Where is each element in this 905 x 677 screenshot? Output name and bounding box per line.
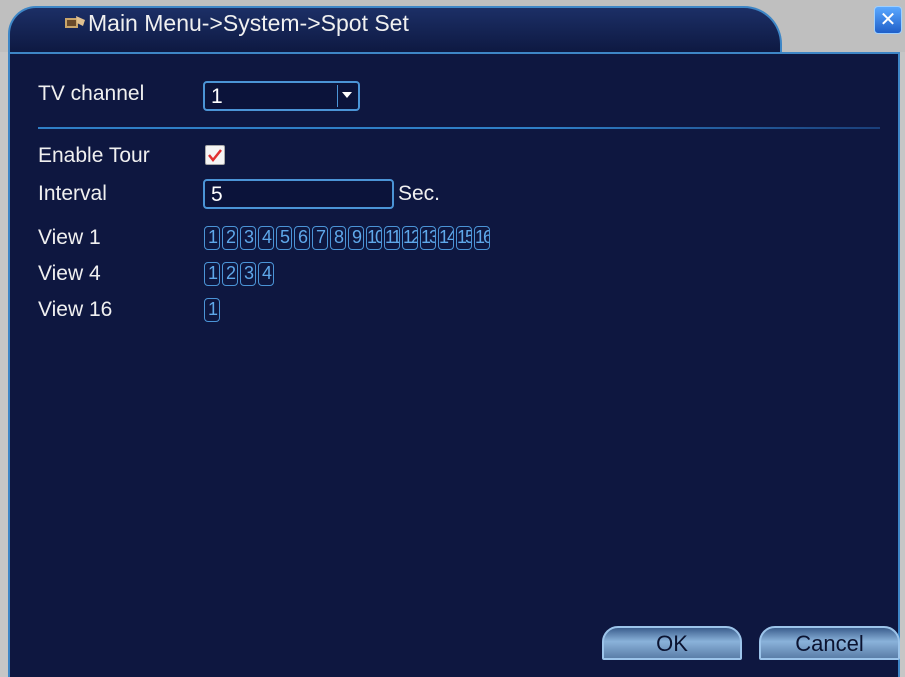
view1-channel-6[interactable]: 6 <box>294 226 310 250</box>
close-button[interactable]: ✕ <box>874 6 902 34</box>
view1-channel-14[interactable]: 14 <box>438 226 454 250</box>
spot-set-dialog: Main Menu->System->Spot Set ✕ TV channel… <box>0 0 905 677</box>
enable-tour-checkbox[interactable] <box>205 145 225 165</box>
view4-channel-1[interactable]: 1 <box>204 262 220 286</box>
interval-input[interactable]: 5 <box>203 179 394 209</box>
view1-channel-5[interactable]: 5 <box>276 226 292 250</box>
tv-channel-select[interactable]: 1 <box>203 81 360 111</box>
cancel-button[interactable]: Cancel <box>759 626 900 660</box>
view4-channels: 1 2 3 4 <box>204 262 276 286</box>
ok-button[interactable]: OK <box>602 626 742 660</box>
menu-icon <box>65 16 85 28</box>
view4-channel-4[interactable]: 4 <box>258 262 274 286</box>
view1-channel-12[interactable]: 12 <box>402 226 418 250</box>
interval-unit: Sec. <box>398 182 441 205</box>
title-bar: Main Menu->System->Spot Set ✕ <box>0 0 905 54</box>
view1-channel-10[interactable]: 10 <box>366 226 382 250</box>
view1-channel-8[interactable]: 8 <box>330 226 346 250</box>
view1-channel-15[interactable]: 15 <box>456 226 472 250</box>
view4-channel-3[interactable]: 3 <box>240 262 256 286</box>
tv-channel-value: 1 <box>211 85 223 108</box>
chevron-down-icon <box>342 92 352 98</box>
dropdown-arrow[interactable] <box>337 85 356 107</box>
view4-label: View 4 <box>38 262 101 285</box>
view4-channel-2[interactable]: 2 <box>222 262 238 286</box>
view1-channel-7[interactable]: 7 <box>312 226 328 250</box>
tv-channel-label: TV channel <box>38 82 145 105</box>
view1-channel-13[interactable]: 13 <box>420 226 436 250</box>
checkmark-icon <box>208 149 222 163</box>
view16-channels: 1 <box>204 298 222 322</box>
view1-channel-3[interactable]: 3 <box>240 226 256 250</box>
dialog-title: Main Menu->System->Spot Set <box>88 10 409 36</box>
enable-tour-label: Enable Tour <box>38 144 150 167</box>
view1-channel-11[interactable]: 11 <box>384 226 400 250</box>
interval-value: 5 <box>211 183 223 206</box>
view1-channel-4[interactable]: 4 <box>258 226 274 250</box>
view16-label: View 16 <box>38 298 113 321</box>
close-icon: ✕ <box>879 9 897 31</box>
view1-channel-9[interactable]: 9 <box>348 226 364 250</box>
view1-channels: 1 2 3 4 5 6 7 8 9 10 11 12 13 14 15 16 <box>204 226 492 250</box>
view1-label: View 1 <box>38 226 101 249</box>
view1-channel-16[interactable]: 16 <box>474 226 490 250</box>
view1-channel-1[interactable]: 1 <box>204 226 220 250</box>
view16-channel-1[interactable]: 1 <box>204 298 220 322</box>
divider <box>38 127 880 129</box>
interval-label: Interval <box>38 182 107 205</box>
view1-channel-2[interactable]: 2 <box>222 226 238 250</box>
